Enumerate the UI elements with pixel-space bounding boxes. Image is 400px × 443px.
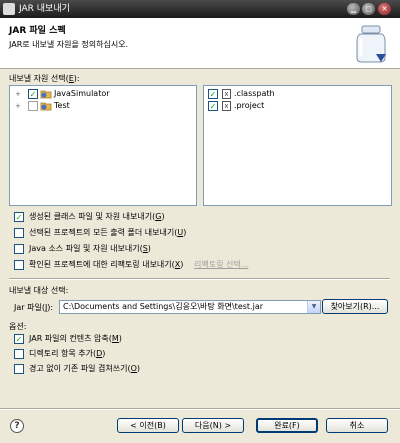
file-checkbox-classpath[interactable] bbox=[208, 89, 218, 99]
tree-label-test: Test bbox=[54, 101, 70, 110]
tree-label-javasimulator: JavaSimulator bbox=[54, 89, 110, 98]
finish-button[interactable]: 완료(F) bbox=[256, 418, 318, 433]
file-item-classpath[interactable]: x .classpath bbox=[204, 88, 391, 100]
destination-label: 내보낼 대상 선택: bbox=[9, 286, 69, 295]
file-list[interactable]: x .classpath x .project bbox=[203, 85, 392, 206]
tree-checkbox-test[interactable] bbox=[28, 101, 38, 111]
resources-label: 내보낼 자원 선택(E): bbox=[9, 74, 80, 83]
java-project-icon bbox=[40, 90, 52, 99]
minimize-button[interactable]: ▁ bbox=[347, 3, 360, 15]
maximize-button[interactable]: □ bbox=[362, 3, 375, 15]
tree-item-test[interactable]: + Test bbox=[10, 100, 196, 112]
expand-icon[interactable]: + bbox=[15, 90, 23, 98]
browse-button[interactable]: 찾아보기(R)... bbox=[322, 299, 388, 314]
button-bar-separator bbox=[0, 408, 400, 410]
checkbox-export-refactorings[interactable] bbox=[14, 260, 24, 270]
file-label-project: .project bbox=[234, 101, 265, 110]
checkbox-export-java-source[interactable] bbox=[14, 244, 24, 254]
xml-file-icon: x bbox=[222, 89, 231, 99]
tree-checkbox-javasimulator[interactable] bbox=[28, 89, 38, 99]
tree-item-javasimulator[interactable]: + JavaSimulator bbox=[10, 88, 196, 100]
cancel-button[interactable]: 취소 bbox=[326, 418, 388, 433]
help-icon[interactable]: ? bbox=[10, 419, 24, 433]
file-item-project[interactable]: x .project bbox=[204, 100, 391, 112]
file-label-classpath: .classpath bbox=[234, 89, 275, 98]
window-icon bbox=[3, 3, 15, 15]
jar-file-combo[interactable]: C:\Documents and Settings\김응오\바탕 화면\test… bbox=[59, 300, 321, 314]
close-button[interactable]: ✕ bbox=[378, 3, 391, 15]
options-label: 옵션: bbox=[9, 322, 27, 331]
jar-file-label: Jar 파일(J): bbox=[14, 303, 54, 312]
jar-file-path: C:\Documents and Settings\김응오\바탕 화면\test… bbox=[63, 302, 264, 311]
back-button[interactable]: < 이전(B) bbox=[117, 418, 179, 433]
file-checkbox-project[interactable] bbox=[208, 101, 218, 111]
window-title: JAR 내보내기 bbox=[19, 4, 70, 14]
separator bbox=[9, 278, 390, 280]
checkbox-export-output-folders[interactable] bbox=[14, 228, 24, 238]
page-description: JAR로 내보낼 자원을 정의하십시오. bbox=[9, 40, 129, 49]
title-bar: JAR 내보내기 ▁ □ ✕ bbox=[0, 0, 400, 18]
jar-icon bbox=[356, 25, 386, 63]
chevron-down-icon[interactable]: ▼ bbox=[307, 301, 320, 313]
next-button[interactable]: 다음(N) > bbox=[182, 418, 244, 433]
checkbox-compress[interactable] bbox=[14, 334, 24, 344]
xml-file-icon: x bbox=[222, 101, 231, 111]
select-refactorings-link[interactable]: 리팩토링 선택... bbox=[194, 259, 248, 271]
java-project-icon bbox=[40, 102, 52, 111]
wizard-banner: JAR 파일 스펙 JAR로 내보낼 자원을 정의하십시오. bbox=[0, 18, 400, 69]
resource-tree[interactable]: + JavaSimulator + Test bbox=[9, 85, 197, 206]
page-title: JAR 파일 스펙 bbox=[9, 26, 66, 36]
checkbox-export-class-files[interactable] bbox=[14, 212, 24, 222]
expand-icon[interactable]: + bbox=[15, 102, 23, 110]
checkbox-add-directory-entries[interactable] bbox=[14, 349, 24, 359]
checkbox-overwrite[interactable] bbox=[14, 364, 24, 374]
